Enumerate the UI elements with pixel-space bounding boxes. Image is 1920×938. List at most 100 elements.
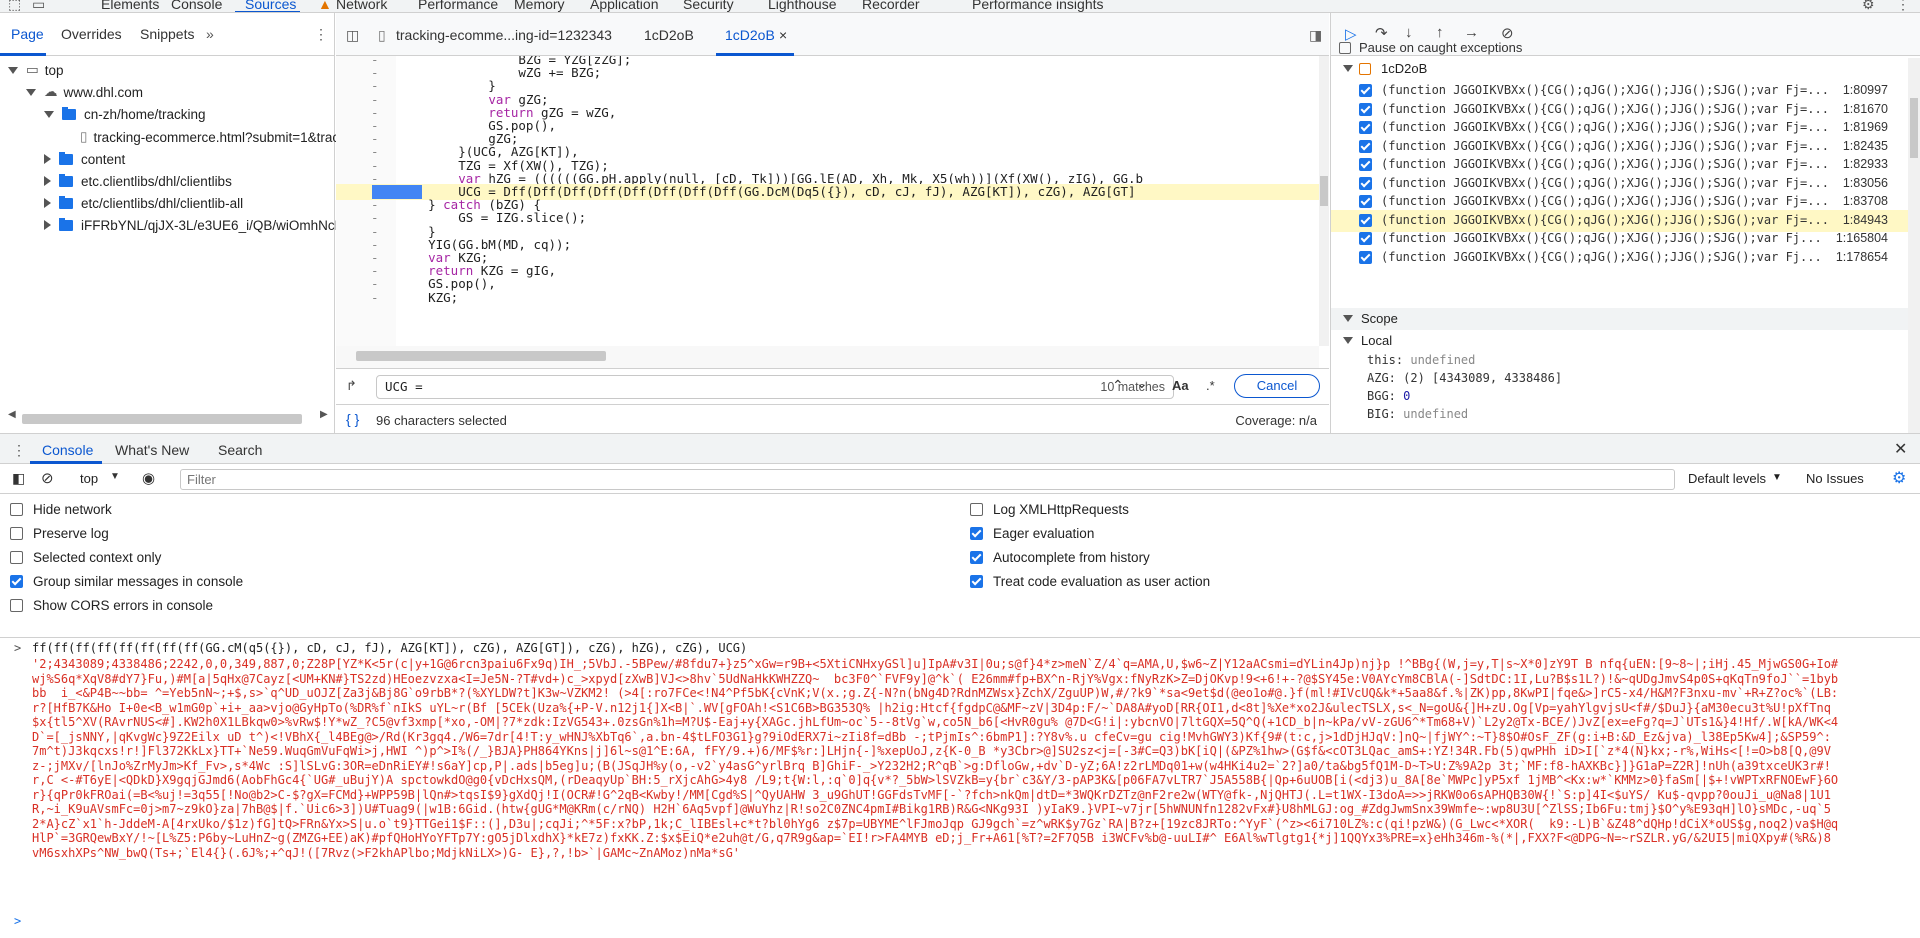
frame-checkbox[interactable] bbox=[1359, 176, 1372, 190]
frame-checkbox[interactable] bbox=[1359, 250, 1372, 264]
call-frame[interactable]: (function JGGOIKVBXx(){CG();qJG();XJG();… bbox=[1331, 247, 1920, 269]
frame-location[interactable]: 1:82933 bbox=[1843, 157, 1888, 171]
local-scope-header[interactable]: Local bbox=[1331, 330, 1920, 352]
checkbox[interactable] bbox=[970, 551, 983, 564]
code-horizontal-scrollbar[interactable] bbox=[336, 346, 1319, 368]
close-drawer-icon[interactable]: ✕ bbox=[1894, 439, 1907, 459]
checkbox[interactable] bbox=[10, 503, 23, 516]
frame-checkbox[interactable] bbox=[1359, 158, 1372, 171]
expand-down-icon[interactable] bbox=[8, 66, 18, 74]
tab-recorder[interactable]: Recorder bbox=[862, 0, 920, 12]
vertical-scrollbar[interactable] bbox=[1319, 56, 1329, 346]
issues-counter[interactable]: No Issues bbox=[1806, 471, 1864, 486]
frame-location[interactable]: 1:84943 bbox=[1843, 213, 1888, 227]
step-icon[interactable]: → bbox=[1464, 24, 1479, 41]
nav-tab-overrides[interactable]: Overrides bbox=[61, 26, 122, 42]
step-into-icon[interactable]: ↓ bbox=[1405, 24, 1413, 41]
scope-header[interactable]: Scope bbox=[1331, 308, 1920, 330]
tree-item[interactable]: iFFRbYNL/qjJX-3L/e3UE6_i/QB/wiOmhNcDp bbox=[44, 214, 352, 236]
tab-elements[interactable]: Elements bbox=[101, 0, 159, 12]
frame-checkbox[interactable] bbox=[1359, 195, 1372, 208]
frame-checkbox[interactable] bbox=[1359, 102, 1372, 116]
frame-location[interactable]: 1:81670 bbox=[1843, 102, 1888, 116]
sidebar-toggle-icon[interactable]: ◧ bbox=[12, 470, 25, 487]
more-icon[interactable]: ⋮ bbox=[314, 26, 328, 43]
next-match-icon[interactable]: ⌄ bbox=[1136, 375, 1148, 392]
frame-location[interactable]: 1:178654 bbox=[1836, 250, 1888, 264]
debugger-scrollbar[interactable] bbox=[1908, 58, 1920, 433]
nav-tab-page[interactable]: Page bbox=[11, 26, 44, 42]
console-prompt[interactable]: > bbox=[14, 914, 21, 928]
tree-item[interactable]: cn-zh/home/tracking bbox=[44, 103, 206, 125]
checkbox[interactable] bbox=[10, 599, 23, 612]
frame-location[interactable]: 1:80997 bbox=[1843, 83, 1888, 97]
console-option[interactable]: Log XMLHttpRequests bbox=[970, 502, 1129, 517]
pause-caught-checkbox[interactable] bbox=[1339, 42, 1351, 54]
tree-item[interactable]: etc/clientlibs/dhl/clientlib-all bbox=[44, 192, 243, 214]
filter-input[interactable]: Filter bbox=[180, 469, 1675, 490]
console-option[interactable]: Treat code evaluation as user action bbox=[970, 574, 1210, 589]
editor-tab-1cd2ob-active[interactable]: 1cD2oB bbox=[725, 27, 775, 43]
expand-right-icon[interactable] bbox=[44, 198, 51, 208]
tab-performance[interactable]: Performance bbox=[418, 0, 498, 12]
scope-variable[interactable]: BGG: 0 bbox=[1367, 389, 1410, 403]
expand-right-icon[interactable] bbox=[44, 154, 51, 164]
console-option[interactable]: Autocomplete from history bbox=[970, 550, 1150, 565]
previous-match-icon[interactable]: ⌃ bbox=[1112, 377, 1124, 394]
checkbox[interactable] bbox=[970, 503, 983, 516]
context-selector[interactable]: top bbox=[80, 471, 98, 486]
editor-tab-1cd2ob-a[interactable]: 1cD2oB bbox=[644, 27, 694, 43]
code-area[interactable]: - BZG = YZG[zZG]; - wZG += BZG; - } - var g… bbox=[336, 56, 1319, 346]
toggle-navigator-icon[interactable]: ◫ bbox=[346, 27, 359, 44]
more-menu-icon[interactable]: ⋮ bbox=[1896, 0, 1910, 12]
gear-icon[interactable]: ⚙ bbox=[1862, 0, 1875, 12]
tab-security[interactable]: Security bbox=[683, 0, 734, 12]
checkbox[interactable] bbox=[10, 575, 23, 588]
eye-icon[interactable]: ◉ bbox=[142, 469, 155, 487]
tab-memory[interactable]: Memory bbox=[514, 0, 565, 12]
toggle-debugger-icon[interactable]: ◨ bbox=[1309, 27, 1322, 44]
frame-checkbox[interactable] bbox=[1359, 121, 1372, 134]
horizontal-scrollbar[interactable]: ▶ ◀ bbox=[0, 409, 335, 425]
console-settings-icon[interactable]: ⚙ bbox=[1892, 468, 1906, 488]
console-option[interactable]: Group similar messages in console bbox=[10, 574, 243, 589]
match-case-button[interactable]: Aa bbox=[1172, 378, 1189, 393]
pretty-print-icon[interactable]: { } bbox=[346, 411, 359, 427]
expand-right-icon[interactable] bbox=[44, 220, 51, 230]
editor-tab-tracking[interactable]: tracking-ecomme...ing-id=1232343 bbox=[396, 27, 612, 43]
cancel-button[interactable]: Cancel bbox=[1234, 374, 1320, 398]
replace-toggle-icon[interactable]: ↱ bbox=[346, 378, 357, 394]
frame-location[interactable]: 1:82435 bbox=[1843, 139, 1888, 153]
frame-checkbox[interactable] bbox=[1359, 84, 1372, 97]
drawer-tab-whats-new[interactable]: What's New bbox=[115, 442, 189, 458]
inspect-icon[interactable]: ⬚ bbox=[8, 0, 21, 12]
expand-down-icon[interactable] bbox=[44, 110, 54, 118]
checkbox[interactable] bbox=[970, 527, 983, 540]
chevron-double-right-icon[interactable]: » bbox=[206, 26, 214, 42]
frame-location[interactable]: 1:165804 bbox=[1836, 231, 1888, 245]
console-option[interactable]: Eager evaluation bbox=[970, 526, 1094, 541]
frame-location[interactable]: 1:81969 bbox=[1843, 120, 1888, 134]
nav-tab-snippets[interactable]: Snippets bbox=[140, 26, 194, 42]
drawer-menu-icon[interactable]: ⋮ bbox=[12, 442, 26, 459]
tree-item[interactable]: etc.clientlibs/dhl/clientlibs bbox=[44, 170, 232, 192]
checkbox[interactable] bbox=[10, 527, 23, 540]
regex-button[interactable]: .* bbox=[1206, 378, 1215, 393]
frame-checkbox[interactable] bbox=[1359, 139, 1372, 153]
clear-console-icon[interactable]: ⊘ bbox=[41, 469, 54, 487]
drawer-tab-console[interactable]: Console bbox=[42, 442, 93, 458]
expand-right-icon[interactable] bbox=[44, 176, 51, 186]
frame-location[interactable]: 1:83708 bbox=[1843, 194, 1888, 208]
console-option[interactable]: Show CORS errors in console bbox=[10, 598, 213, 613]
console-option[interactable]: Hide network bbox=[10, 502, 112, 517]
log-levels-dropdown[interactable]: Default levels bbox=[1688, 471, 1766, 486]
resume-icon[interactable]: ▷ bbox=[1345, 25, 1357, 43]
scope-variable[interactable]: this: undefined bbox=[1367, 353, 1475, 367]
scope-variable[interactable]: AZG: (2) [4343089, 4338486] bbox=[1367, 371, 1562, 385]
find-input[interactable]: UCG = 10 matches bbox=[376, 375, 1174, 399]
tree-item[interactable]: ☁ www.dhl.com bbox=[26, 81, 143, 103]
tab-lighthouse[interactable]: Lighthouse bbox=[768, 0, 837, 12]
checkbox[interactable] bbox=[10, 551, 23, 564]
drawer-tab-search[interactable]: Search bbox=[218, 442, 262, 458]
checkbox[interactable] bbox=[970, 575, 983, 588]
